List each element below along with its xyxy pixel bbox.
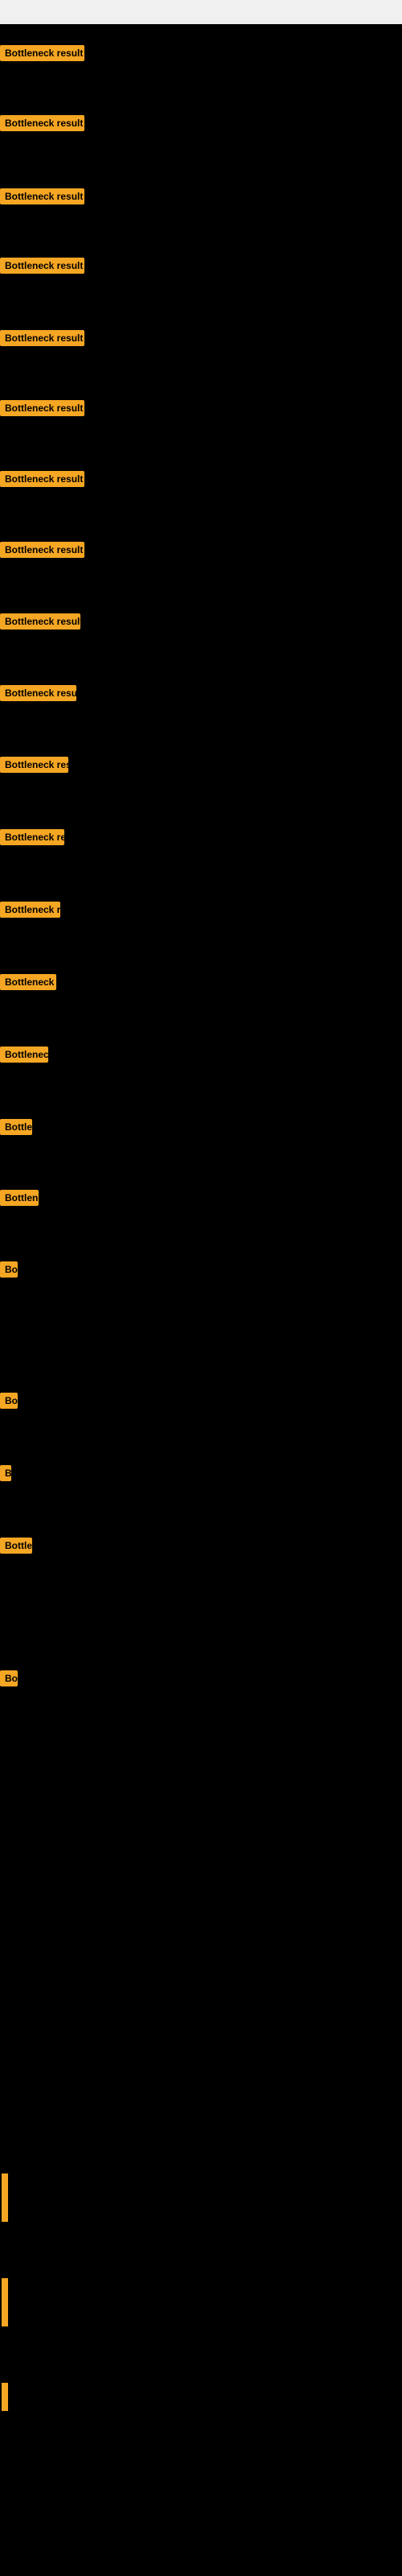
bottleneck-badge-4[interactable]: Bottleneck result <box>0 258 84 274</box>
bottleneck-badge-2[interactable]: Bottleneck result <box>0 115 84 131</box>
result-row-19: Bo <box>0 1393 18 1413</box>
result-row-6: Bottleneck result <box>0 400 84 420</box>
result-row-1: Bottleneck result <box>0 45 84 65</box>
bottleneck-badge-17[interactable]: Bottlene <box>0 1190 39 1206</box>
result-row-5: Bottleneck result <box>0 330 84 350</box>
result-row-9: Bottleneck result <box>0 613 80 634</box>
result-row-2: Bottleneck result <box>0 115 84 135</box>
bottleneck-badge-13[interactable]: Bottleneck res <box>0 902 60 918</box>
site-title <box>0 0 402 24</box>
result-row-20: B <box>0 1465 11 1485</box>
result-row-21: Bottle <box>0 1538 32 1558</box>
result-row-10: Bottleneck result <box>0 685 76 705</box>
bottleneck-badge-16[interactable]: Bottle <box>0 1119 32 1135</box>
result-row-11: Bottleneck res <box>0 757 68 777</box>
vertical-bar-1 <box>2 2174 8 2222</box>
bottleneck-badge-10[interactable]: Bottleneck result <box>0 685 76 701</box>
result-row-12: Bottleneck res <box>0 829 64 849</box>
result-row-13: Bottleneck res <box>0 902 60 922</box>
result-row-17: Bottlene <box>0 1190 39 1210</box>
vertical-bar-3 <box>2 2383 8 2411</box>
bottleneck-badge-12[interactable]: Bottleneck res <box>0 829 64 845</box>
result-row-3: Bottleneck result <box>0 188 84 208</box>
result-row-8: Bottleneck result <box>0 542 84 562</box>
bottleneck-badge-14[interactable]: Bottleneck re <box>0 974 56 990</box>
bottleneck-badge-5[interactable]: Bottleneck result <box>0 330 84 346</box>
bottleneck-badge-21[interactable]: Bottle <box>0 1538 32 1554</box>
bottleneck-badge-22[interactable]: Bo <box>0 1670 18 1686</box>
bottleneck-badge-19[interactable]: Bo <box>0 1393 18 1409</box>
bottleneck-badge-9[interactable]: Bottleneck result <box>0 613 80 630</box>
result-row-22: Bo <box>0 1670 18 1690</box>
bottleneck-badge-20[interactable]: B <box>0 1465 11 1481</box>
result-row-18: Bo <box>0 1261 18 1282</box>
result-row-15: Bottleneck <box>0 1046 48 1067</box>
bottleneck-badge-7[interactable]: Bottleneck result <box>0 471 84 487</box>
vertical-bar-2 <box>2 2278 8 2326</box>
bottleneck-badge-3[interactable]: Bottleneck result <box>0 188 84 204</box>
bottleneck-badge-11[interactable]: Bottleneck res <box>0 757 68 773</box>
bottleneck-badge-1[interactable]: Bottleneck result <box>0 45 84 61</box>
bottleneck-badge-8[interactable]: Bottleneck result <box>0 542 84 558</box>
result-row-7: Bottleneck result <box>0 471 84 491</box>
bottleneck-badge-15[interactable]: Bottleneck <box>0 1046 48 1063</box>
result-row-14: Bottleneck re <box>0 974 56 994</box>
result-row-4: Bottleneck result <box>0 258 84 278</box>
bottleneck-badge-18[interactable]: Bo <box>0 1261 18 1278</box>
result-row-16: Bottle <box>0 1119 32 1139</box>
bottleneck-badge-6[interactable]: Bottleneck result <box>0 400 84 416</box>
